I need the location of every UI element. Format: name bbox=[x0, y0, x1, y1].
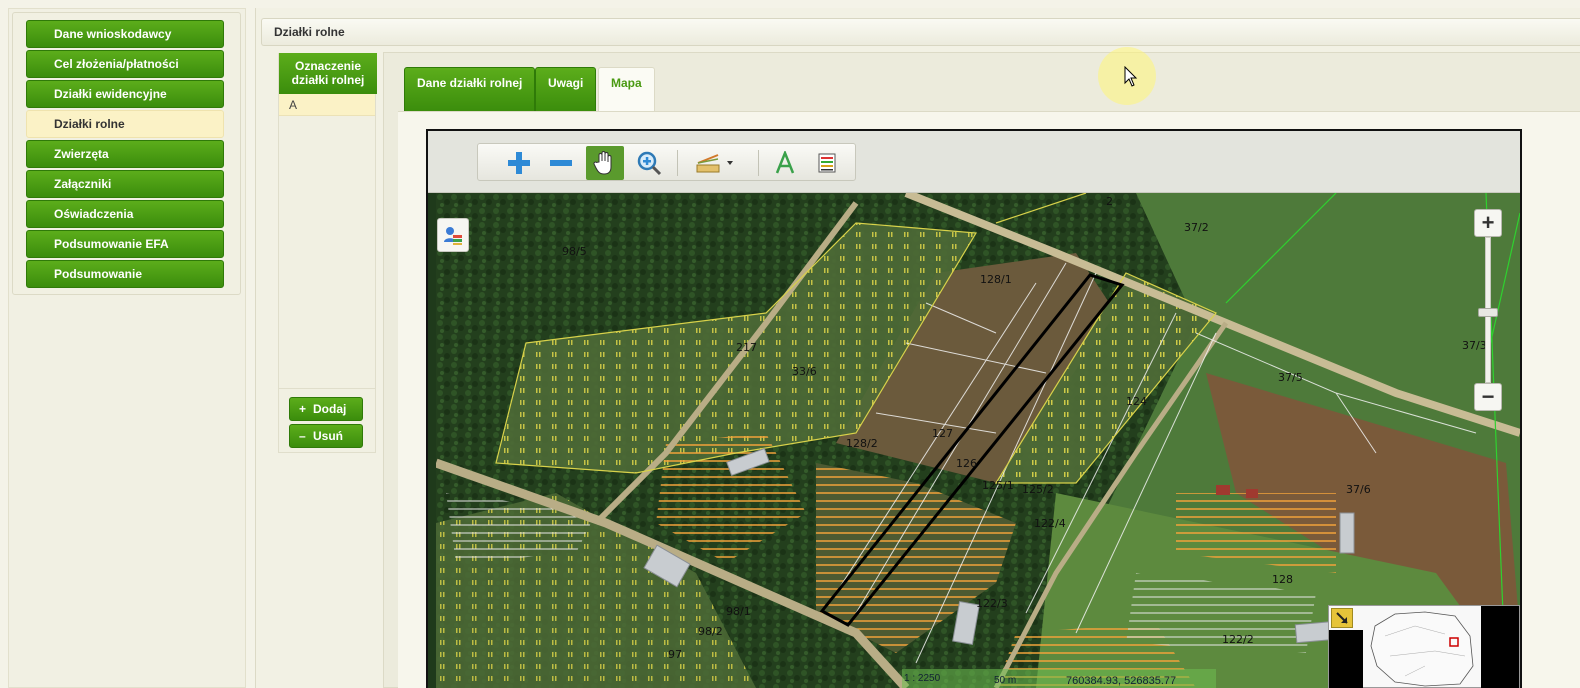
measure-icon[interactable] bbox=[690, 146, 742, 180]
parcel-label: 122/3 bbox=[976, 597, 1008, 610]
parcel-label: 128/1 bbox=[980, 273, 1012, 286]
sidebar-item-cel-zlozenia[interactable]: Cel złożenia/płatności bbox=[26, 50, 224, 78]
parcel-label: 37/5 bbox=[1278, 371, 1303, 384]
parcel-label: 126 bbox=[956, 457, 977, 470]
parcel-label: 125/2 bbox=[1022, 483, 1054, 496]
overview-toggle-icon[interactable] bbox=[1331, 608, 1353, 628]
coordinate-readout: 760384.93, 526835.77 bbox=[1066, 675, 1177, 687]
scale-ratio: 1 : 2250 bbox=[904, 673, 941, 684]
parcel-label: 37/6 bbox=[1346, 483, 1371, 496]
parcel-label: 128 bbox=[1272, 573, 1293, 586]
parcel-label: 98/2 bbox=[698, 625, 723, 638]
poland-outline-icon bbox=[1370, 611, 1474, 687]
zoom-slider-handle[interactable] bbox=[1478, 308, 1498, 317]
parcel-label: 37/3 bbox=[1462, 339, 1487, 352]
zoom-out-icon[interactable] bbox=[542, 146, 580, 180]
tab-uwagi[interactable]: Uwagi bbox=[535, 67, 597, 112]
tab-body: 98/5 37/2 128/1 37/3 217 33/6 37/5 124 1… bbox=[398, 111, 1580, 688]
label-icon[interactable] bbox=[766, 146, 804, 180]
remove-button[interactable]: – Usuń bbox=[289, 424, 363, 448]
parcel-label: 125/1 bbox=[982, 479, 1014, 492]
map-canvas[interactable]: 98/5 37/2 128/1 37/3 217 33/6 37/5 124 1… bbox=[436, 193, 1520, 688]
panel-title: Działki rolne bbox=[261, 18, 1580, 46]
parcel-label: 124 bbox=[1126, 395, 1147, 408]
plot-list-header: Oznaczenie działki rolnej bbox=[279, 53, 377, 94]
minus-icon: – bbox=[299, 429, 306, 443]
sidebar-item-oswiadczenia[interactable]: Oświadczenia bbox=[26, 200, 224, 228]
overview-map[interactable] bbox=[1328, 605, 1520, 688]
zoom-minus-button[interactable]: − bbox=[1474, 383, 1502, 411]
zoom-plus-button[interactable]: + bbox=[1474, 209, 1502, 237]
add-button-label: Dodaj bbox=[313, 402, 347, 416]
sidebar-item-zwierzeta[interactable]: Zwierzęta bbox=[26, 140, 224, 168]
plot-buttons: + Dodaj – Usuń bbox=[278, 388, 376, 452]
parcel-label: 37/2 bbox=[1184, 221, 1209, 234]
sidebar: Dane wnioskodawcy Cel złożenia/płatności… bbox=[12, 12, 241, 295]
sidebar-item-zalaczniki[interactable]: Załączniki bbox=[26, 170, 224, 198]
scale-bar: 1 : 2250 50 m 760384.93, 526835.77 bbox=[902, 669, 1216, 688]
parcel-label: 2 bbox=[1106, 195, 1113, 208]
parcel-label: 97 bbox=[668, 648, 682, 661]
zoom-area-icon[interactable] bbox=[630, 146, 668, 180]
tab-dane-dzialki-rolnej[interactable]: Dane działki rolnej bbox=[404, 67, 536, 112]
parcel-label: 127 bbox=[932, 427, 953, 440]
plot-list-row[interactable]: A bbox=[279, 94, 375, 116]
map-toolbar bbox=[428, 131, 1520, 193]
main-panel: Działki rolne Oznaczenie działki rolnej … bbox=[255, 8, 1580, 688]
mouse-cursor-icon bbox=[1124, 65, 1138, 91]
remove-button-label: Usuń bbox=[313, 429, 343, 443]
parcel-label: 98/1 bbox=[726, 605, 751, 618]
parcel-label: 33/6 bbox=[792, 365, 817, 378]
zoom-in-icon[interactable] bbox=[500, 146, 538, 180]
sidebar-item-dane-wnioskodawcy[interactable]: Dane wnioskodawcy bbox=[26, 20, 224, 48]
sidebar-item-podsumowanie[interactable]: Podsumowanie bbox=[26, 260, 224, 288]
map-tool-group bbox=[477, 143, 856, 181]
sidebar-item-podsumowanie-efa[interactable]: Podsumowanie EFA bbox=[26, 230, 224, 258]
parcel-label: 122/2 bbox=[1222, 633, 1254, 646]
pan-hand-icon[interactable] bbox=[586, 146, 624, 180]
sidebar-item-dzialki-rolne[interactable]: Działki rolne bbox=[26, 110, 224, 138]
parcel-label: 122/4 bbox=[1034, 517, 1066, 530]
layers-icon[interactable] bbox=[437, 218, 469, 252]
map-frame: 98/5 37/2 128/1 37/3 217 33/6 37/5 124 1… bbox=[426, 129, 1522, 688]
tab-mapa[interactable]: Mapa bbox=[598, 67, 655, 113]
parcel-label: 217 bbox=[736, 341, 757, 354]
parcel-label: 128/2 bbox=[846, 437, 878, 450]
legend-icon[interactable] bbox=[808, 146, 846, 180]
add-button[interactable]: + Dodaj bbox=[289, 397, 363, 421]
parcel-label: 98/5 bbox=[562, 245, 587, 258]
plus-icon: + bbox=[299, 402, 307, 416]
scale-length: 50 m bbox=[994, 675, 1017, 686]
sidebar-item-dzialki-ewidencyjne[interactable]: Działki ewidencyjne bbox=[26, 80, 224, 108]
content-area: Dane działki rolnej Uwagi Mapa 98/5 37/2… bbox=[383, 52, 1580, 688]
